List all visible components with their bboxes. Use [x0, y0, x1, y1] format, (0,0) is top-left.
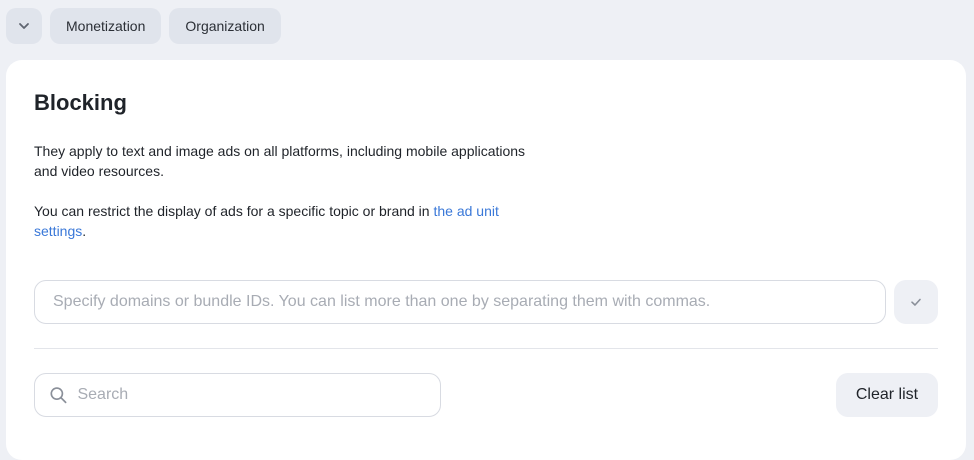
domains-input[interactable] — [53, 293, 867, 311]
restrict-note: You can restrict the display of ads for … — [34, 201, 544, 241]
collapse-button[interactable] — [6, 8, 42, 44]
top-navigation: Monetization Organization — [6, 8, 281, 44]
search-input[interactable] — [77, 386, 426, 404]
blocking-card: Blocking They apply to text and image ad… — [6, 60, 966, 460]
monetization-chip[interactable]: Monetization — [50, 8, 162, 44]
domains-field[interactable] — [34, 280, 886, 324]
clear-list-button[interactable]: Clear list — [836, 373, 938, 417]
restrict-text: You can restrict the display of ads for … — [34, 203, 434, 219]
chevron-down-icon — [19, 23, 29, 29]
check-icon — [911, 298, 921, 306]
restrict-end: . — [82, 223, 87, 239]
divider — [34, 348, 938, 349]
page-title: Blocking — [34, 90, 127, 115]
confirm-domains-button[interactable] — [894, 280, 938, 324]
organization-chip[interactable]: Organization — [169, 8, 281, 44]
search-icon — [50, 387, 67, 404]
blocking-description: They apply to text and image ads on all … — [34, 143, 526, 179]
search-field[interactable] — [34, 373, 441, 417]
